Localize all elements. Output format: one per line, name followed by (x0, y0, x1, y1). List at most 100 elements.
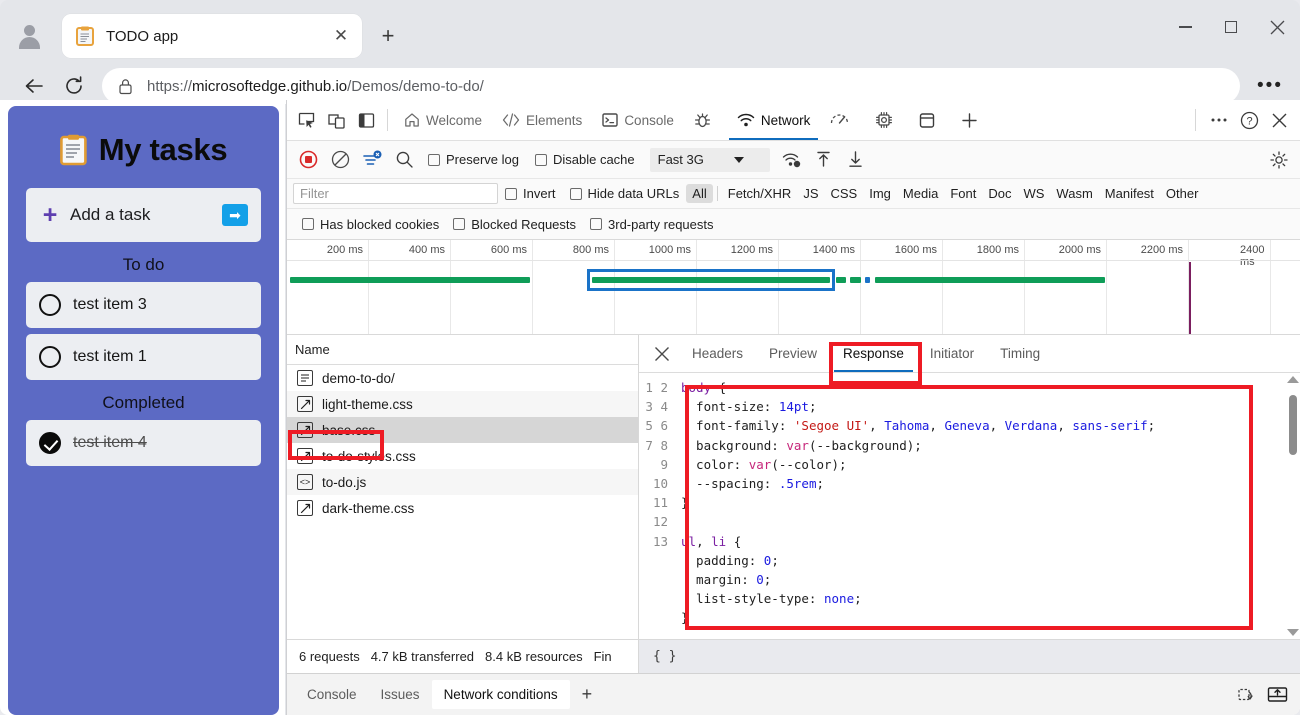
table-row[interactable]: <> to-do.js (287, 469, 638, 495)
tab-timing[interactable]: Timing (987, 335, 1053, 372)
close-window-icon[interactable] (1254, 0, 1300, 54)
format-code-button[interactable]: { } (639, 640, 1300, 673)
response-body-viewer[interactable]: 1 2 3 4 5 6 7 8 9 10 11 12 13 body { fon… (639, 373, 1300, 639)
import-har-icon[interactable] (809, 144, 839, 176)
more-options-icon[interactable] (1204, 104, 1234, 136)
new-tab-button[interactable]: + (375, 23, 401, 49)
requests-list[interactable]: demo-to-do/ light-theme.css base.css to-… (287, 365, 638, 639)
task-item[interactable]: test item 3 (26, 282, 261, 328)
task-item[interactable]: test item 4 (26, 420, 261, 466)
tab-headers[interactable]: Headers (679, 335, 756, 372)
checkbox-icon[interactable] (569, 187, 582, 200)
hide-data-urls-checkbox[interactable]: Hide data URLs (569, 186, 679, 201)
task-item[interactable]: test item 1 (26, 334, 261, 380)
table-row[interactable]: dark-theme.css (287, 495, 638, 521)
tab-performance[interactable] (820, 100, 865, 140)
close-devtools-icon[interactable] (1264, 104, 1294, 136)
tab-initiator[interactable]: Initiator (917, 335, 987, 372)
has-blocked-cookies-checkbox[interactable]: Has blocked cookies (302, 217, 439, 232)
section-label-completed: Completed (102, 393, 185, 412)
checkbox-icon[interactable] (505, 187, 517, 200)
inspect-element-icon[interactable] (291, 104, 321, 136)
maximize-icon[interactable] (1208, 0, 1254, 54)
requests-column-header[interactable]: Name (287, 335, 638, 365)
table-row[interactable]: demo-to-do/ (287, 365, 638, 391)
network-overview-timeline[interactable]: 200 ms 400 ms 600 ms 800 ms 1000 ms 1200… (287, 240, 1300, 335)
filter-type-css[interactable]: CSS (825, 184, 864, 203)
task-checkbox-icon[interactable] (39, 346, 61, 368)
help-icon[interactable]: ? (1234, 104, 1264, 136)
task-label: test item 4 (73, 434, 147, 451)
tab-preview[interactable]: Preview (756, 335, 830, 372)
filter-type-fetch-xhr[interactable]: Fetch/XHR (722, 184, 798, 203)
clear-console-icon[interactable] (1237, 685, 1257, 704)
drawer-add-tab-button[interactable]: + (570, 680, 605, 709)
tab-debugger[interactable] (684, 100, 727, 140)
table-row[interactable]: light-theme.css (287, 391, 638, 417)
table-row[interactable]: to-do-styles.css (287, 443, 638, 469)
filter-type-font[interactable]: Font (944, 184, 982, 203)
task-checkbox-icon[interactable] (39, 294, 61, 316)
filter-input[interactable]: Filter (293, 183, 498, 204)
scroll-down-icon[interactable] (1286, 629, 1299, 636)
filter-type-ws[interactable]: WS (1017, 184, 1050, 203)
filter-type-other[interactable]: Other (1160, 184, 1205, 203)
search-icon[interactable] (389, 144, 419, 176)
overview-request-bar (836, 277, 846, 283)
record-stop-icon[interactable] (293, 144, 323, 176)
preserve-log-checkbox[interactable]: Preserve log (428, 152, 519, 167)
tab-response[interactable]: Response (830, 335, 917, 372)
add-panel-button[interactable] (951, 100, 994, 140)
tab-close-icon[interactable]: ✕ (328, 23, 354, 49)
drawer-tab-issues[interactable]: Issues (369, 680, 432, 709)
filter-type-doc[interactable]: Doc (982, 184, 1017, 203)
drawer-tab-console[interactable]: Console (295, 680, 369, 709)
dock-side-icon[interactable] (351, 104, 381, 136)
filter-type-manifest[interactable]: Manifest (1099, 184, 1160, 203)
add-task-input[interactable]: + Add a task ➡ (26, 188, 261, 242)
tab-network[interactable]: Network (727, 100, 821, 140)
filter-type-js[interactable]: JS (797, 184, 824, 203)
checkbox-icon[interactable] (590, 218, 603, 230)
minimize-icon[interactable] (1162, 0, 1208, 54)
task-checkbox-checked-icon[interactable] (39, 432, 61, 454)
submit-task-button[interactable]: ➡ (222, 204, 248, 226)
third-party-requests-checkbox[interactable]: 3rd-party requests (590, 217, 714, 232)
tab-memory[interactable] (865, 100, 909, 140)
tab-console[interactable]: Console (592, 100, 684, 140)
browser-tab[interactable]: TODO app ✕ (62, 14, 362, 58)
tab-welcome[interactable]: Welcome (394, 100, 492, 140)
drawer-tab-network-conditions[interactable]: Network conditions (431, 680, 570, 709)
clear-icon[interactable] (325, 144, 355, 176)
blocked-requests-checkbox[interactable]: Blocked Requests (453, 217, 576, 232)
filter-type-media[interactable]: Media (897, 184, 944, 203)
throttling-select[interactable]: Fast 3G (649, 147, 770, 172)
profile-avatar[interactable] (13, 20, 46, 53)
checkbox-icon[interactable] (428, 153, 440, 166)
scroll-up-icon[interactable] (1286, 376, 1299, 383)
filter-type-wasm[interactable]: Wasm (1050, 184, 1098, 203)
table-row[interactable]: base.css (287, 417, 638, 443)
disable-cache-checkbox[interactable]: Disable cache (534, 152, 635, 167)
filter-type-all[interactable]: All (686, 184, 713, 203)
device-toolbar-icon[interactable] (321, 104, 351, 136)
request-name: base.css (322, 422, 376, 438)
response-scrollbar[interactable] (1285, 373, 1300, 639)
checkbox-icon[interactable] (302, 218, 314, 230)
settings-gear-icon[interactable] (1264, 144, 1294, 176)
close-detail-icon[interactable] (645, 337, 679, 371)
invert-checkbox[interactable]: Invert (505, 186, 556, 201)
network-conditions-icon[interactable] (777, 144, 807, 176)
scrollbar-thumb[interactable] (1288, 395, 1297, 455)
tab-application[interactable] (909, 100, 951, 140)
filter-type-img[interactable]: Img (863, 184, 897, 203)
filter-icon[interactable] (357, 144, 387, 176)
tick-label: 800 ms (572, 244, 609, 256)
show-console-drawer-icon[interactable] (1267, 685, 1288, 704)
address-bar[interactable]: https://microsoftedge.github.io/Demos/de… (102, 68, 1240, 104)
checkbox-icon[interactable] (534, 153, 547, 166)
overview-selection-window[interactable] (587, 269, 835, 291)
tab-elements[interactable]: Elements (492, 100, 592, 140)
checkbox-icon[interactable] (453, 218, 466, 230)
export-har-icon[interactable] (841, 144, 871, 176)
